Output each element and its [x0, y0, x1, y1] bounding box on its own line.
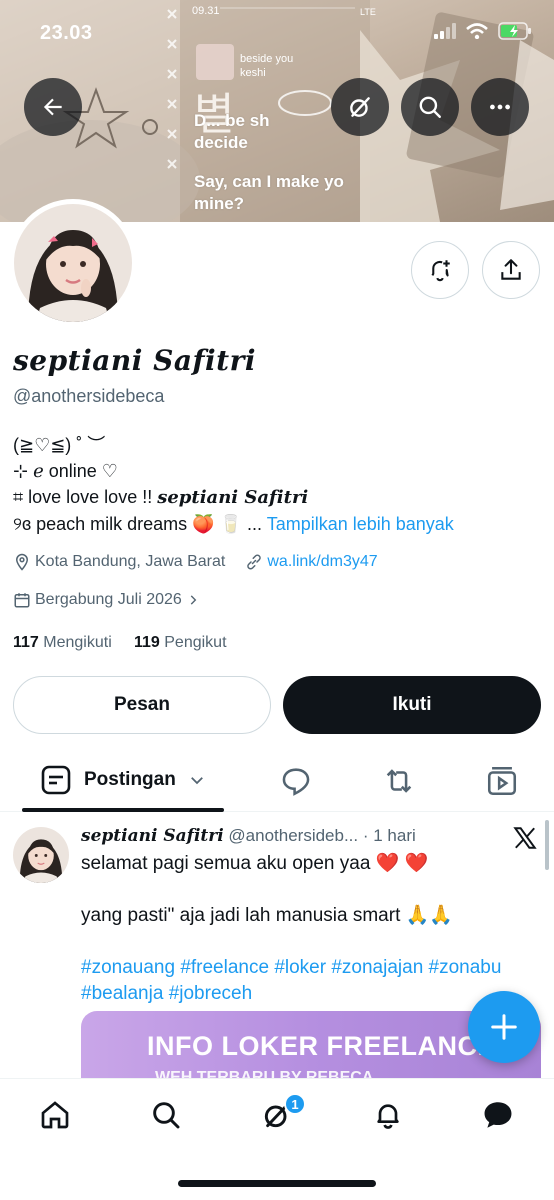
post-hashtags-1[interactable]: #zonauang #freelance #loker #zonajajan #…: [81, 955, 541, 981]
posts-icon: [41, 765, 71, 795]
scrollbar[interactable]: [545, 820, 549, 870]
bio-line-4-text: ୨ɞ peach milk dreams 🍑 🥛 ...: [13, 514, 262, 534]
banner-lyric-4: mine?: [194, 194, 245, 213]
post-hashtags-2[interactable]: #bealanja #jobreceh: [81, 981, 541, 1007]
bio-line-4: ୨ɞ peach milk dreams 🍑 🥛 ... Tampilkan l…: [13, 511, 454, 537]
banner-lyric-2: decide: [194, 133, 248, 152]
signal-icon: [434, 23, 456, 39]
follow-counts: 117 Mengikuti 119 Pengikut: [13, 634, 227, 652]
link-icon: [247, 554, 262, 570]
website-link[interactable]: wa.link/dm3y47: [267, 553, 377, 571]
back-button[interactable]: [24, 78, 82, 136]
status-time: 23.03: [40, 22, 93, 44]
location-link-row: Kota Bandung, Jawa Barat wa.link/dm3y47: [13, 553, 378, 571]
bell-icon: [377, 1104, 399, 1129]
banner-lyric-3: Say, can I make yo: [194, 172, 344, 191]
tab-posts[interactable]: Postingan: [40, 764, 206, 796]
more-icon: [490, 104, 510, 110]
message-button[interactable]: Pesan: [13, 676, 271, 734]
grok-button[interactable]: [331, 78, 389, 136]
search-icon: [153, 1102, 180, 1129]
avatar-photo: [14, 204, 132, 322]
home-indicator: [178, 1180, 376, 1187]
media-video-icon: [487, 766, 517, 796]
bio-line-1: (≧♡≦) ˚ ︶: [13, 435, 106, 455]
chevron-down-icon: [190, 777, 203, 785]
notification-badge: 1: [284, 1093, 306, 1115]
joined-row[interactable]: Bergabung Juli 2026: [13, 591, 200, 609]
post-line-2: yang pasti" aja jadi lah manusia smart 🙏…: [81, 905, 453, 926]
post-image-title: INFO LOKER FREELANCE: [147, 1031, 497, 1061]
battery-charging-icon: [498, 22, 531, 40]
nav-search[interactable]: [148, 1097, 184, 1133]
profile-bio: (≧♡≦) ˚ ︶ ⊹ ℯ online ♡ ⌗ love love love …: [13, 432, 454, 537]
post-header: 𝒔𝒆𝒑𝒕𝒊𝒂𝒏𝒊 𝑺𝒂𝒇𝒊𝒕𝒓𝒊 @anothersideb... · 1 ha…: [81, 826, 416, 846]
banner-phone-time: 09.31: [192, 5, 220, 17]
banner-song-artist: keshi: [240, 67, 266, 79]
chevron-right-icon: [190, 595, 197, 605]
search-icon: [419, 96, 441, 118]
search-button[interactable]: [401, 78, 459, 136]
back-arrow-icon: [43, 98, 62, 116]
user-handle: @anothersidebeca: [13, 386, 165, 406]
profile-avatar[interactable]: [9, 199, 137, 327]
post-time: · 1 hari: [362, 826, 416, 845]
nav-home[interactable]: [37, 1097, 73, 1133]
more-button[interactable]: [471, 78, 529, 136]
post-avatar-photo: [13, 827, 69, 883]
banner-song-title: beside you: [240, 53, 294, 65]
profile-banner[interactable]: 09.31 LTE beside you keshi 별 D... be sh …: [0, 0, 554, 222]
share-icon: [501, 259, 521, 280]
banner-lyric-1: D... be sh: [194, 111, 270, 130]
calendar-icon: [14, 593, 30, 608]
tab-reposts[interactable]: [382, 764, 416, 803]
tab-media[interactable]: [485, 764, 519, 803]
post-avatar[interactable]: [13, 827, 69, 883]
followers-count: 119: [133, 634, 160, 651]
bio-line-3: ⌗ love love love !! 𝒔𝒆𝒑𝒕𝒊𝒂𝒏𝒊 𝑺𝒂𝒇𝒊𝒕𝒓𝒊: [13, 484, 454, 511]
display-name: 𝒔𝒆𝒑𝒕𝒊𝒂𝒏𝒊 𝑺𝒂𝒇𝒊𝒕𝒓𝒊: [13, 344, 256, 377]
location-pin-icon: [15, 553, 29, 571]
repost-icon: [386, 769, 412, 793]
status-icons: [434, 22, 532, 40]
tab-posts-label: Postingan: [84, 769, 176, 790]
banner-phone-signal: LTE: [360, 7, 376, 17]
following-label: Mengikuti: [43, 634, 112, 651]
share-button[interactable]: [482, 241, 540, 299]
post-line-1: selamat pagi semua aku open yaa ❤️ ❤️: [81, 853, 429, 874]
post-author-handle: @anothersideb...: [228, 826, 359, 845]
profile-tabs: Postingan: [0, 752, 554, 812]
followers-link[interactable]: 119 Pengikut: [134, 634, 227, 651]
tab-replies[interactable]: [279, 764, 313, 803]
nav-notifications[interactable]: [370, 1097, 406, 1133]
plus-icon: [491, 1014, 517, 1040]
location-text: Kota Bandung, Jawa Barat: [35, 553, 226, 570]
notify-subscribe-button[interactable]: [411, 241, 469, 299]
chat-bubble-icon: [484, 1102, 512, 1128]
joined-text: Bergabung Juli 2026: [35, 591, 182, 608]
compose-post-button[interactable]: [468, 991, 540, 1063]
x-logo-icon[interactable]: [512, 825, 538, 851]
post-body: selamat pagi semua aku open yaa ❤️ ❤️ ya…: [81, 851, 541, 1007]
bio-line-2: ⊹ ℯ online ♡: [13, 461, 118, 481]
bio-line-3-text: ⌗ love love love !!: [13, 487, 158, 507]
avatar: [14, 204, 132, 322]
slash-circle-icon: [350, 97, 370, 117]
reply-bubble-icon: [282, 768, 310, 796]
bio-line-3-name: 𝒔𝒆𝒑𝒕𝒊𝒂𝒏𝒊 𝑺𝒂𝒇𝒊𝒕𝒓𝒊: [157, 487, 309, 508]
post-author-name[interactable]: 𝒔𝒆𝒑𝒕𝒊𝒂𝒏𝒊 𝑺𝒂𝒇𝒊𝒕𝒓𝒊: [81, 826, 224, 846]
wifi-icon: [466, 23, 488, 39]
bell-plus-icon: [431, 260, 450, 282]
followers-label: Pengikut: [164, 634, 227, 651]
following-count: 117: [13, 634, 39, 651]
tab-active-indicator: [22, 808, 224, 812]
home-icon: [41, 1101, 69, 1129]
follow-button[interactable]: Ikuti: [283, 676, 541, 734]
show-more-link[interactable]: Tampilkan lebih banyak: [267, 514, 454, 534]
nav-messages[interactable]: [480, 1097, 516, 1133]
following-link[interactable]: 117 Mengikuti: [13, 634, 112, 651]
